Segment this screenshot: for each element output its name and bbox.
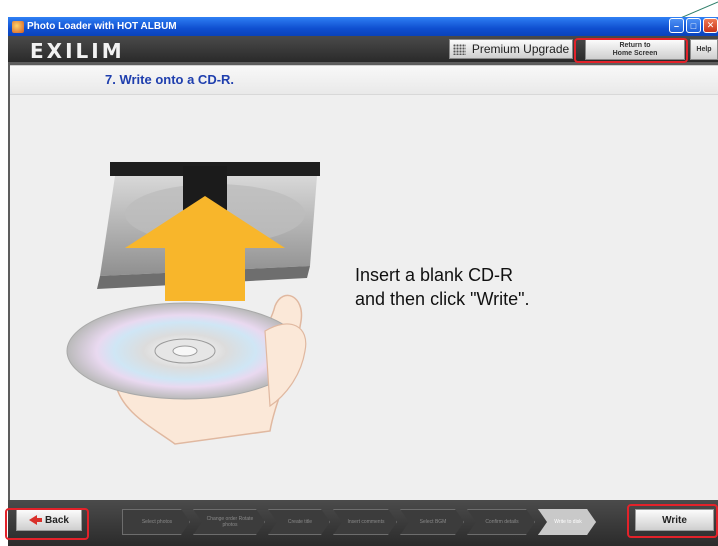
step-create-title: Create title bbox=[268, 509, 330, 535]
premium-upgrade-button[interactable]: Premium Upgrade bbox=[449, 39, 573, 59]
instruction-line-2: and then click "Write". bbox=[355, 289, 530, 309]
step-select-photos: Select photos bbox=[122, 509, 190, 535]
instruction-line-1: Insert a blank CD-R bbox=[355, 265, 514, 285]
back-highlight bbox=[5, 508, 89, 540]
exilim-logo: EXILIM bbox=[30, 39, 125, 63]
step-change-order: Change order Rotate photos bbox=[193, 509, 265, 535]
grid-icon bbox=[452, 43, 466, 55]
step-progress: Select photos Change order Rotate photos… bbox=[122, 509, 599, 535]
premium-upgrade-label: Premium Upgrade bbox=[471, 42, 570, 56]
window-title: Photo Loader with HOT ALBUM bbox=[27, 21, 177, 32]
minimize-button[interactable]: – bbox=[669, 18, 684, 33]
step-write-to-disk: Write to disk bbox=[538, 509, 596, 535]
step-insert-comments: Insert comments bbox=[333, 509, 397, 535]
window-controls: – □ ✕ bbox=[669, 18, 718, 33]
help-button[interactable]: Help bbox=[690, 39, 718, 60]
main-panel: 7. Write onto a CD-R. Insert a blank CD-… bbox=[10, 65, 718, 501]
app-icon bbox=[12, 20, 24, 33]
instruction-text: Insert a blank CD-R and then click "Writ… bbox=[355, 263, 530, 311]
bottom-bar: Back Select photos Change order Rotate p… bbox=[5, 500, 718, 546]
step-title: 7. Write onto a CD-R. bbox=[105, 72, 235, 87]
app-window: Photo Loader with HOT ALBUM – □ ✕ EXILIM… bbox=[5, 17, 718, 546]
step-header: 7. Write onto a CD-R. bbox=[10, 66, 718, 95]
title-bar: Photo Loader with HOT ALBUM – □ ✕ bbox=[8, 17, 718, 36]
step-confirm-details: Confirm details bbox=[467, 509, 535, 535]
return-home-highlight bbox=[574, 38, 688, 63]
app-header: EXILIM Premium Upgrade Return to Home Sc… bbox=[8, 36, 718, 63]
insert-cd-illustration bbox=[66, 162, 320, 445]
write-highlight bbox=[627, 504, 718, 538]
close-button[interactable]: ✕ bbox=[703, 18, 718, 33]
step-select-bgm: Select BGM bbox=[400, 509, 464, 535]
maximize-button[interactable]: □ bbox=[686, 18, 701, 33]
